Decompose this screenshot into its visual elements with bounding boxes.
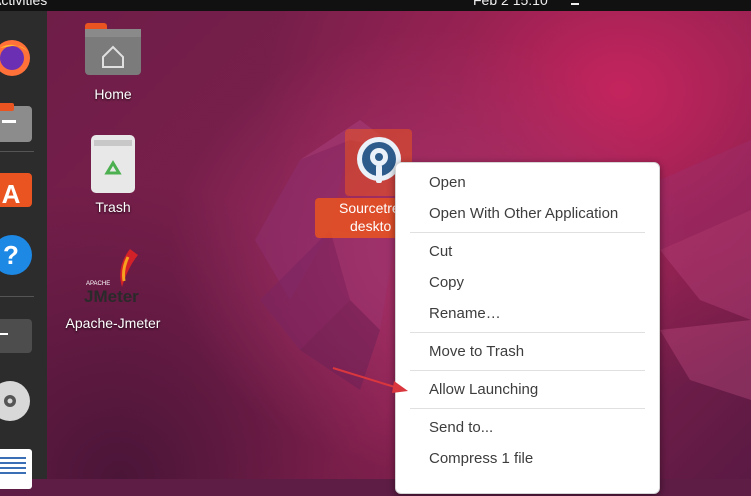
annotation-arrow-icon bbox=[332, 367, 408, 393]
